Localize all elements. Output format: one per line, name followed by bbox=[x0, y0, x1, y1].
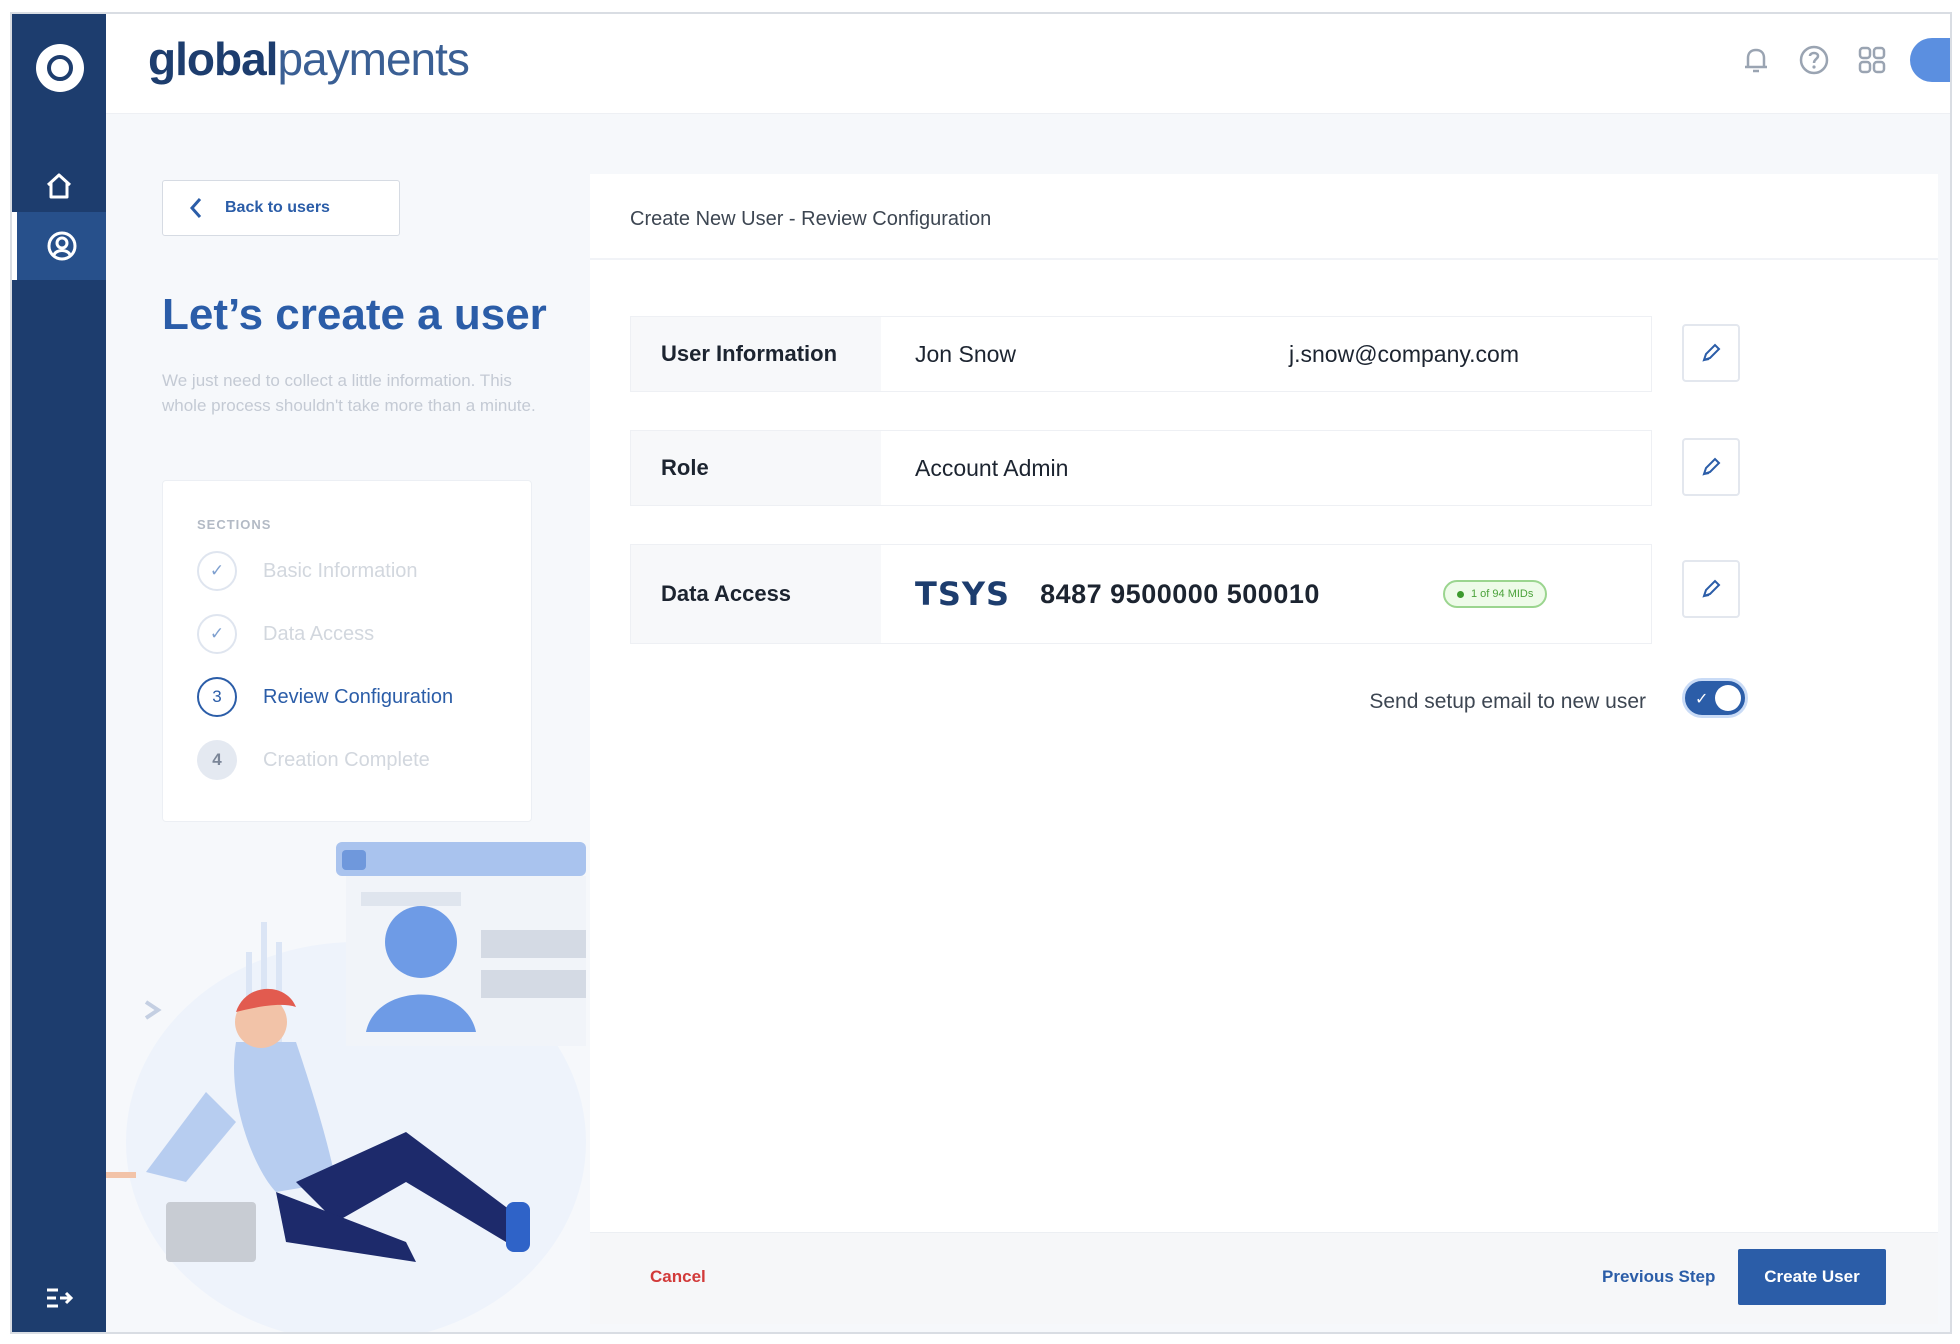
user-information-row: User Information Jon Snow j.snow@company… bbox=[630, 316, 1652, 392]
app-window: globalpayments Back to users Let’s creat… bbox=[10, 12, 1952, 1334]
step-creation-complete: 4 Creation Complete bbox=[197, 740, 430, 780]
home-icon bbox=[46, 173, 72, 199]
logout-icon bbox=[47, 1288, 74, 1308]
step-data-access[interactable]: ✓ Data Access bbox=[197, 614, 374, 654]
check-icon: ✓ bbox=[1695, 691, 1709, 708]
step-check-icon: ✓ bbox=[197, 551, 237, 591]
intro-text: We just need to collect a little informa… bbox=[162, 371, 536, 415]
step-label: Review Configuration bbox=[263, 685, 454, 708]
step-label: Data Access bbox=[263, 622, 375, 645]
data-access-row: Data Access TSYS 8487 9500000 500010 1 o… bbox=[630, 544, 1652, 644]
send-email-label: Send setup email to new user bbox=[1369, 690, 1646, 713]
step-label: Creation Complete bbox=[263, 748, 430, 771]
step-check-icon: ✓ bbox=[197, 614, 237, 654]
toggle-knob bbox=[1715, 685, 1741, 711]
rail-item-logout[interactable] bbox=[12, 1278, 106, 1318]
user-email: j.snow@company.com bbox=[1289, 340, 1519, 367]
wizard-sidebar: Back to users Let’s create a user We jus… bbox=[106, 114, 586, 1332]
row-label: Role bbox=[661, 455, 709, 480]
send-email-toggle[interactable]: ✓ bbox=[1682, 678, 1748, 718]
nav-rail bbox=[12, 14, 106, 1332]
user-name: Jon Snow bbox=[915, 340, 1017, 367]
row-label: Data Access bbox=[661, 581, 792, 606]
step-label: Basic Information bbox=[263, 559, 418, 582]
card-footer: Cancel Previous Step Create User bbox=[590, 1232, 1938, 1324]
bell-icon[interactable] bbox=[1736, 40, 1776, 80]
tsys-logo: TSYS bbox=[915, 575, 1011, 613]
edit-role-button[interactable] bbox=[1682, 438, 1740, 496]
back-to-users-button[interactable]: Back to users bbox=[162, 180, 400, 236]
pencil-icon bbox=[1702, 457, 1721, 476]
row-label: User Information bbox=[661, 341, 838, 366]
help-icon[interactable] bbox=[1794, 40, 1834, 80]
previous-step-button[interactable]: Previous Step bbox=[1602, 1267, 1715, 1287]
illustration bbox=[106, 842, 586, 1332]
card-title: Create New User - Review Configuration bbox=[630, 208, 992, 230]
account-number: 8487 9500000 500010 bbox=[1040, 578, 1320, 609]
row-value: Account Admin bbox=[881, 431, 1651, 505]
cancel-button[interactable]: Cancel bbox=[650, 1267, 706, 1287]
step-number: 4 bbox=[197, 740, 237, 780]
back-label: Back to users bbox=[225, 199, 330, 216]
create-user-button[interactable]: Create User bbox=[1738, 1249, 1886, 1305]
row-value: Jon Snow j.snow@company.com bbox=[881, 317, 1651, 391]
step-basic-information[interactable]: ✓ Basic Information bbox=[197, 551, 418, 591]
apps-grid-icon[interactable] bbox=[1852, 40, 1892, 80]
role-row: Role Account Admin bbox=[630, 430, 1652, 506]
card-header: Create New User - Review Configuration bbox=[590, 174, 1938, 260]
step-review-configuration[interactable]: 3 Review Configuration bbox=[197, 677, 453, 717]
brand-logo: globalpayments bbox=[148, 33, 470, 85]
rail-item-home[interactable] bbox=[12, 152, 106, 220]
badge-text: 1 of 94 MIDs bbox=[1471, 588, 1534, 600]
app-logo-icon[interactable] bbox=[36, 44, 84, 92]
pencil-icon bbox=[1702, 579, 1721, 598]
edit-data-access-button[interactable] bbox=[1682, 560, 1740, 618]
chevron-left-icon bbox=[189, 198, 202, 218]
top-bar: globalpayments bbox=[106, 14, 1950, 114]
pencil-icon bbox=[1702, 343, 1721, 362]
edit-user-information-button[interactable] bbox=[1682, 324, 1740, 382]
page-title: Let’s create a user bbox=[162, 290, 547, 339]
user-circle-icon bbox=[47, 231, 76, 261]
review-card: Create New User - Review Configuration U… bbox=[590, 174, 1938, 1324]
rail-item-users[interactable] bbox=[12, 212, 106, 280]
status-dot bbox=[1457, 590, 1464, 598]
sections-title: SECTIONS bbox=[197, 517, 272, 532]
row-value: TSYS 8487 9500000 500010 1 of 94 MIDs bbox=[881, 545, 1651, 643]
avatar[interactable] bbox=[1910, 38, 1950, 82]
mid-count-badge: 1 of 94 MIDs bbox=[1443, 580, 1548, 608]
role-value: Account Admin bbox=[915, 454, 1069, 481]
step-number: 3 bbox=[197, 677, 237, 717]
top-icons bbox=[1736, 38, 1950, 82]
sections-panel: SECTIONS ✓ Basic Information ✓ Data Acce… bbox=[162, 480, 532, 822]
